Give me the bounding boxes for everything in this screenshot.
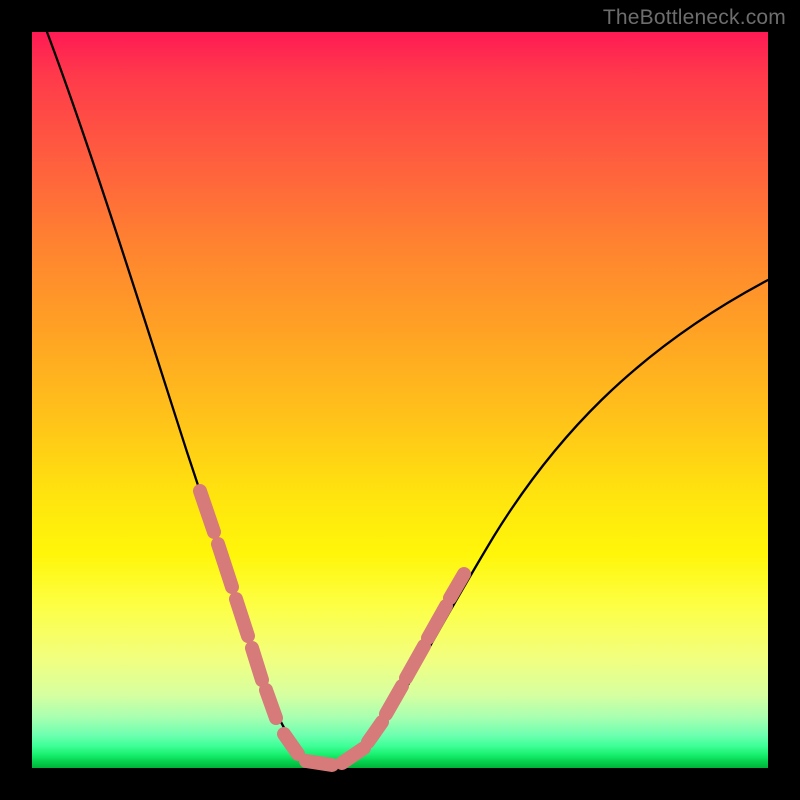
plot-area [32,32,768,768]
marker-cluster-right [368,574,464,742]
marker-cluster-bottom [284,734,364,765]
chart-frame: TheBottleneck.com [0,0,800,800]
watermark-text: TheBottleneck.com [603,6,786,30]
bottleneck-curve [47,32,768,767]
curve-layer [32,32,768,768]
marker-cluster-left [200,491,276,718]
